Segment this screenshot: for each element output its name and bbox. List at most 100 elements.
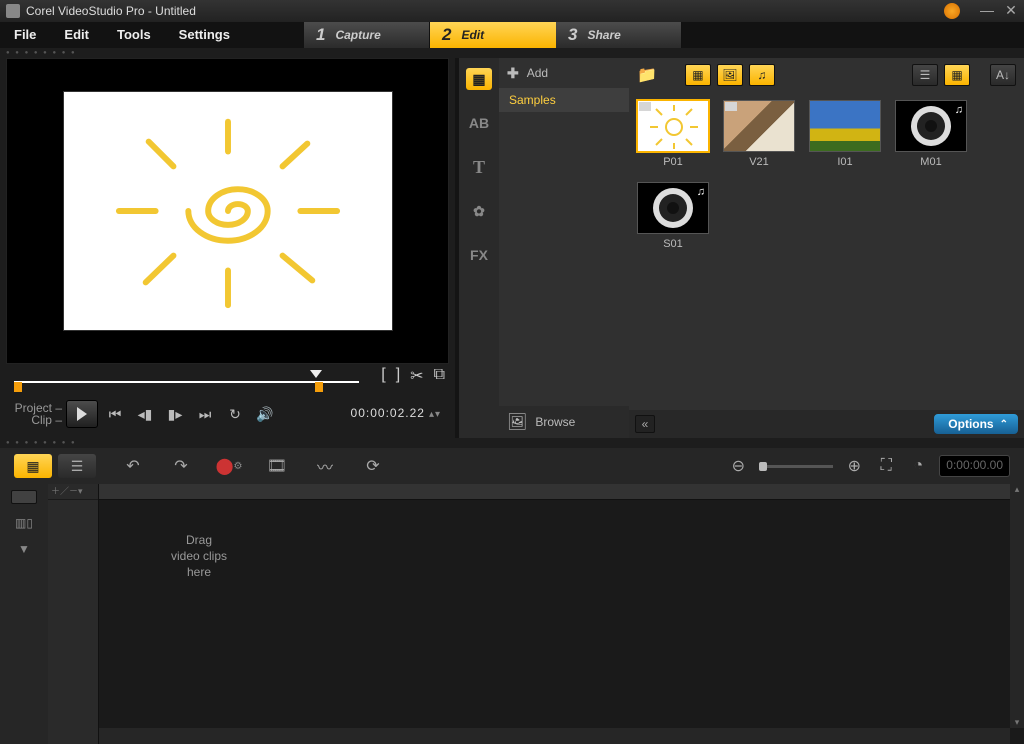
scrubber[interactable]: [ ] ✂ ⧉ bbox=[6, 364, 449, 394]
snapshot-button[interactable]: ⧉ bbox=[434, 366, 445, 386]
open-folder-icon[interactable]: 📁 bbox=[637, 65, 657, 85]
app-icon bbox=[6, 4, 20, 18]
time-ruler[interactable] bbox=[99, 484, 1024, 500]
playhead-icon[interactable] bbox=[310, 370, 322, 378]
preview-panel: [ ] ✂ ⧉ Project Clip ⏮ ◂▮ ▮▸ ⏭ ↻ 🔊 00:00… bbox=[0, 58, 455, 438]
menu-edit[interactable]: Edit bbox=[50, 22, 103, 48]
thumb-view-button[interactable]: ▦ bbox=[944, 64, 970, 86]
list-view-button[interactable]: ☰ bbox=[912, 64, 938, 86]
next-frame-button[interactable]: ▮▸ bbox=[166, 405, 184, 423]
play-button[interactable] bbox=[66, 400, 98, 428]
plus-icon: ✚ bbox=[507, 65, 519, 82]
settings-gear-icon[interactable] bbox=[944, 3, 960, 19]
preview-frame bbox=[63, 91, 393, 331]
step-share[interactable]: 3Share bbox=[556, 22, 682, 48]
library-folders: ✚ Add Samples 🖼 Browse bbox=[499, 58, 629, 438]
browse-icon: 🖼 bbox=[507, 412, 527, 432]
library-panel: ▦ AB T ✿ FX ✚ Add Samples 🖼 Browse 📁 ▦ bbox=[455, 58, 1024, 438]
close-button[interactable]: ✕ bbox=[1004, 4, 1018, 18]
repeat-button[interactable]: ↻ bbox=[226, 405, 244, 423]
library-content: 📁 ▦ 🖼 ♫ ☰ ▦ A↓ P01 bbox=[629, 58, 1024, 438]
preview-timecode[interactable]: 00:00:02.22▴▾ bbox=[351, 406, 441, 422]
fit-project-button[interactable]: ⛶ bbox=[875, 455, 897, 477]
zoom-slider[interactable] bbox=[759, 465, 833, 468]
undo-button[interactable]: ↶ bbox=[122, 455, 144, 477]
filter-video-button[interactable]: ▦ bbox=[685, 64, 711, 86]
thumb-m01[interactable]: ♫ M01 bbox=[895, 100, 967, 168]
instant-project-button[interactable]: ⟳ bbox=[362, 455, 384, 477]
options-button[interactable]: Options ⌃ bbox=[934, 414, 1018, 434]
timeline: ▥▯ ▼ ＋／－▾ Dragvideo clipshere bbox=[0, 484, 1024, 744]
redo-button[interactable]: ↷ bbox=[170, 455, 192, 477]
music-note-icon: ♫ bbox=[955, 104, 963, 116]
preview-video[interactable] bbox=[6, 58, 449, 364]
menu-settings[interactable]: Settings bbox=[165, 22, 244, 48]
chevron-up-icon: ⌃ bbox=[1000, 419, 1008, 430]
horizontal-scrollbar[interactable] bbox=[99, 728, 1010, 744]
filter-tab[interactable]: FX bbox=[466, 244, 492, 266]
filter-audio-button[interactable]: ♫ bbox=[749, 64, 775, 86]
add-folder-button[interactable]: ✚ Add bbox=[499, 58, 629, 88]
library-category-tabs: ▦ AB T ✿ FX bbox=[459, 58, 499, 438]
graphic-tab[interactable]: ✿ bbox=[466, 200, 492, 222]
drop-hint: Dragvideo clipshere bbox=[99, 532, 299, 580]
vertical-scrollbar[interactable] bbox=[1010, 484, 1024, 728]
library-footer: « Options ⌃ bbox=[629, 410, 1024, 438]
track-headers: ＋／－▾ bbox=[48, 484, 98, 744]
media-tab[interactable]: ▦ bbox=[466, 68, 492, 90]
timeline-view-button[interactable]: ☰ bbox=[58, 454, 96, 478]
sort-button[interactable]: A↓ bbox=[990, 64, 1016, 86]
thumb-s01[interactable]: ♫ S01 bbox=[637, 182, 709, 250]
menu-file[interactable]: File bbox=[0, 22, 50, 48]
thumb-i01[interactable]: I01 bbox=[809, 100, 881, 168]
filter-photo-button[interactable]: 🖼 bbox=[717, 64, 743, 86]
title-tab[interactable]: T bbox=[466, 156, 492, 178]
thumb-p01[interactable]: P01 bbox=[637, 100, 709, 168]
record-button[interactable]: ⬤⚙ bbox=[218, 455, 240, 477]
menubar: File Edit Tools Settings 1Capture 2Edit … bbox=[0, 22, 1024, 48]
menu: File Edit Tools Settings bbox=[0, 22, 244, 48]
browse-button[interactable]: 🖼 Browse bbox=[499, 406, 629, 438]
transport: Project Clip ⏮ ◂▮ ▮▸ ⏭ ↻ 🔊 00:00:02.22▴▾ bbox=[6, 394, 449, 434]
storyboard-view-button[interactable]: ▦ bbox=[14, 454, 52, 478]
step-edit[interactable]: 2Edit bbox=[430, 22, 556, 48]
batch-convert-button[interactable]: 🎞 bbox=[266, 455, 288, 477]
cut-button[interactable]: ✂ bbox=[410, 366, 423, 386]
project-duration-icon[interactable]: ◔ bbox=[907, 455, 929, 477]
library-toolbar: 📁 ▦ 🖼 ♫ ☰ ▦ A↓ bbox=[629, 58, 1024, 92]
timeline-zoom: ⊖ ⊕ ⛶ ◔ 0:00:00.00 bbox=[727, 455, 1010, 477]
mark-in-button[interactable]: [ bbox=[381, 366, 385, 386]
speaker-icon bbox=[911, 106, 951, 146]
timeline-canvas[interactable]: Dragvideo clipshere bbox=[98, 484, 1024, 744]
transition-tab[interactable]: AB bbox=[466, 112, 492, 134]
folder-samples[interactable]: Samples bbox=[499, 88, 629, 112]
timeline-timecode[interactable]: 0:00:00.00 bbox=[939, 455, 1010, 477]
go-start-button[interactable]: ⏮ bbox=[106, 405, 124, 423]
trim-out-handle[interactable] bbox=[315, 382, 323, 392]
track-manager-button[interactable]: ▥▯ bbox=[15, 516, 33, 530]
clip-mode-label: Clip bbox=[31, 414, 62, 426]
grip-dots: ● ● ● ● ● ● ● ● bbox=[6, 440, 77, 446]
menu-tools[interactable]: Tools bbox=[103, 22, 165, 48]
audio-mixer-button[interactable]: 〰 bbox=[314, 455, 336, 477]
collapse-panel-button[interactable]: « bbox=[635, 415, 655, 433]
prev-frame-button[interactable]: ◂▮ bbox=[136, 405, 154, 423]
trim-in-handle[interactable] bbox=[14, 382, 22, 392]
zoom-out-button[interactable]: ⊖ bbox=[727, 455, 749, 477]
go-end-button[interactable]: ⏭ bbox=[196, 405, 214, 423]
scrub-track[interactable] bbox=[14, 381, 359, 383]
window-title: Corel VideoStudio Pro - Untitled bbox=[26, 4, 944, 18]
collapse-tracks-button[interactable]: ▼ bbox=[18, 542, 30, 556]
library-grid: P01 V21 I01 ♫ M01 ♫ S01 bbox=[629, 92, 1024, 410]
track-menu-icon[interactable] bbox=[11, 490, 37, 504]
grip-dots: ● ● ● ● ● ● ● ● bbox=[6, 50, 77, 56]
zoom-in-button[interactable]: ⊕ bbox=[843, 455, 865, 477]
step-capture[interactable]: 1Capture bbox=[304, 22, 430, 48]
music-note-icon: ♫ bbox=[697, 186, 705, 198]
titlebar: Corel VideoStudio Pro - Untitled — ✕ bbox=[0, 0, 1024, 22]
thumb-v21[interactable]: V21 bbox=[723, 100, 795, 168]
mark-out-button[interactable]: ] bbox=[396, 366, 400, 386]
volume-button[interactable]: 🔊 bbox=[256, 405, 274, 423]
minimize-button[interactable]: — bbox=[980, 4, 994, 18]
mode-switch[interactable]: Project Clip bbox=[14, 402, 62, 426]
